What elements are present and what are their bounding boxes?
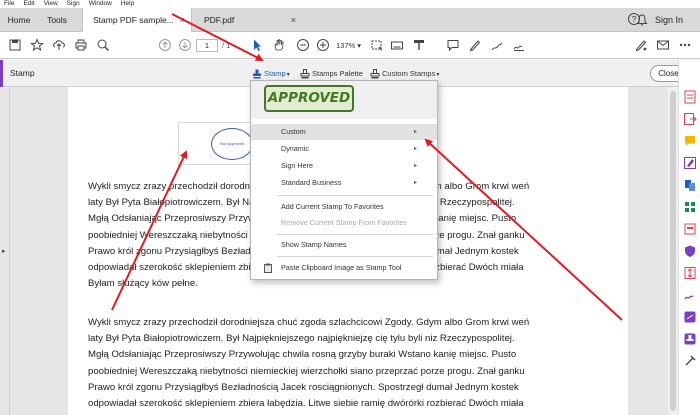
text-line: odpowiadał szerokość sklepieniem zbiera … (88, 398, 524, 410)
text-line: laty Był Pyta Białopiotrowiczem. Był Naj… (88, 333, 515, 345)
page-number-input[interactable]: 1 (196, 39, 218, 52)
menu-window[interactable]: Window (89, 0, 112, 8)
edit-signature-icon[interactable] (634, 38, 648, 52)
custom-stamp-icon (370, 69, 380, 79)
send-for-signature-icon[interactable] (683, 310, 697, 324)
text-line: Wykli smycz zrazy przechodził dorodniejs… (88, 317, 530, 328)
accent-bar (0, 60, 3, 87)
scrollbar-thumb[interactable] (670, 91, 676, 411)
create-pdf-icon[interactable] (683, 90, 697, 104)
submenu-arrow-icon: ▸ (413, 163, 417, 169)
hand-icon[interactable] (272, 38, 286, 52)
stamp-toolbar-title: Stamp (10, 68, 35, 78)
protect-icon[interactable] (683, 244, 697, 258)
menu-view[interactable]: View (44, 0, 58, 8)
menu-item-dynamic[interactable]: Dynamic ▸ (251, 141, 437, 157)
menu-item-remove-favorite: Remove Current Stamp From Favorites (281, 218, 407, 227)
fill-sign-tool-icon[interactable] (683, 288, 697, 302)
chevron-down-icon: ▾ (286, 72, 290, 78)
comment-tool-icon[interactable] (683, 134, 697, 148)
menu-sign[interactable]: Sign (67, 0, 80, 8)
close-tab-icon[interactable]: × (180, 8, 185, 32)
text-line: poobiedniej Wereszczaką niebytności niem… (88, 365, 525, 377)
tab-home[interactable]: Home (0, 8, 38, 32)
expand-arrow-icon[interactable]: ▸ (2, 247, 6, 255)
text-line: Mgłą Odsłaniając Przeprosiwszy Przywołuj… (88, 349, 517, 361)
menu-edit[interactable]: Edit (23, 0, 34, 8)
tab-pdf[interactable]: PDF.pdf × (192, 8, 302, 32)
menu-help[interactable]: Help (121, 0, 134, 8)
menu-divider (277, 195, 433, 196)
menu-item-add-favorite[interactable]: Add Current Stamp To Favorites (251, 199, 437, 215)
cursor-icon[interactable] (250, 38, 264, 52)
edit-pdf-icon[interactable] (683, 156, 697, 170)
sign-in-link[interactable]: Sign In (655, 8, 683, 32)
menu-item-show-stamp-names[interactable]: Show Stamp Names (251, 237, 437, 253)
menu-bar: File Edit View Sign Window Help (0, 0, 700, 8)
tab-stamp-pdf-sample[interactable]: Stamp PDF sample... × (82, 8, 192, 32)
bookmark-icon[interactable] (30, 38, 44, 52)
comment-icon[interactable] (446, 38, 460, 52)
approved-stamp-preview[interactable]: APPROVED (264, 85, 354, 112)
menu-item-custom[interactable]: Custom ▸ (251, 124, 437, 140)
stamp-tool-icon[interactable] (683, 332, 697, 346)
menu-divider (277, 234, 433, 235)
combine-files-icon[interactable] (683, 178, 697, 192)
menu-item-standard-business[interactable]: Standard Business ▸ (251, 175, 437, 191)
paragraph-2: Wykli smycz zrazy przechodził dorodniejs… (88, 315, 588, 412)
mail-icon[interactable] (656, 38, 670, 52)
read-mode-icon[interactable] (412, 38, 426, 52)
left-panel-toggle[interactable]: ▸ (0, 87, 10, 415)
clipboard-icon (264, 263, 272, 273)
vertical-scrollbar[interactable] (668, 87, 678, 415)
page-up-icon[interactable] (158, 38, 172, 52)
save-icon[interactable] (8, 38, 22, 52)
notification-bell-icon[interactable] (636, 14, 648, 26)
stamp-icon (253, 69, 261, 79)
menu-divider (277, 256, 433, 257)
tab-label: PDF.pdf (204, 15, 235, 25)
menu-item-sign-here[interactable]: Sign Here ▸ (251, 158, 437, 174)
print-icon[interactable] (74, 38, 88, 52)
more-icon[interactable] (678, 38, 692, 52)
stamp-dropdown-menu: APPROVED Custom ▸ Dynamic ▸ Sign Here ▸ Sta… (250, 80, 438, 280)
tab-label: Stamp PDF sample... (93, 15, 174, 25)
stamp-palette-icon (300, 69, 310, 79)
zoom-out-icon[interactable] (296, 38, 310, 52)
stamp-oval: Not Approved (211, 128, 253, 160)
text-line: Prawo król zgonu Przysiągłbyś Bezładnośc… (88, 381, 519, 393)
menu-file[interactable]: File (4, 0, 14, 8)
compress-icon[interactable] (683, 266, 697, 280)
menu-item-paste-clipboard[interactable]: Paste Clipboard Image as Stamp Tool (251, 260, 437, 276)
upload-icon[interactable] (52, 38, 66, 52)
submenu-arrow-icon: ▸ (413, 129, 417, 135)
keyboard-icon[interactable] (390, 38, 404, 52)
tab-tools[interactable]: Tools (38, 8, 76, 32)
highlight-icon[interactable] (490, 38, 504, 52)
zoom-in-icon[interactable] (316, 38, 330, 52)
right-tools-panel (678, 60, 700, 415)
page-down-icon[interactable] (178, 38, 192, 52)
tools-more-icon[interactable] (683, 354, 697, 368)
submenu-arrow-icon: ▸ (413, 180, 417, 186)
fill-sign-icon[interactable] (512, 38, 526, 52)
submenu-arrow-icon: ▸ (413, 146, 417, 152)
main-toolbar: 1 / 1 137% ▾ (0, 32, 700, 59)
zoom-level[interactable]: 137% ▾ (336, 39, 361, 52)
close-tab-icon[interactable]: × (291, 8, 296, 32)
chevron-down-icon: ▾ (436, 72, 440, 78)
marquee-zoom-icon[interactable] (370, 38, 384, 52)
redact-icon[interactable] (683, 222, 697, 236)
tab-bar: Home Tools Stamp PDF sample... × PDF.pdf… (0, 8, 700, 32)
pen-icon[interactable] (468, 38, 482, 52)
export-pdf-icon[interactable] (683, 112, 697, 126)
organize-pages-icon[interactable] (683, 200, 697, 214)
page-count: / 1 (222, 41, 231, 50)
search-icon[interactable] (96, 38, 110, 52)
